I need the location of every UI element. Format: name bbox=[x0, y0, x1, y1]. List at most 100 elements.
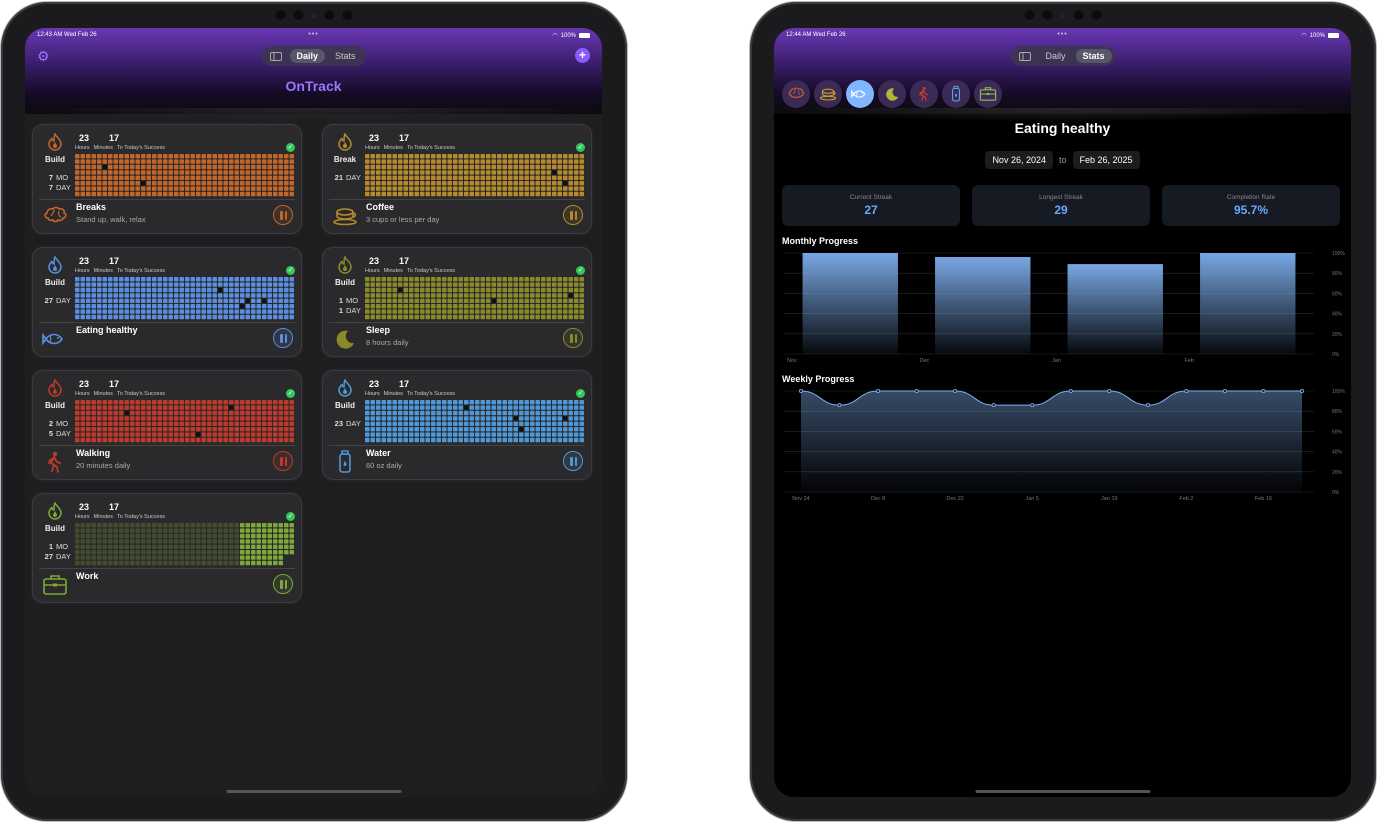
day-cell bbox=[469, 159, 474, 164]
day-cell bbox=[86, 186, 91, 191]
day-cell bbox=[201, 533, 206, 539]
day-cell bbox=[262, 432, 267, 437]
day-cell bbox=[152, 560, 157, 566]
date-from-picker[interactable]: Nov 26, 2024 bbox=[985, 151, 1053, 169]
pause-button[interactable] bbox=[273, 451, 293, 471]
home-indicator[interactable] bbox=[975, 790, 1150, 793]
habit-select-moon-icon[interactable] bbox=[878, 80, 906, 108]
day-cell bbox=[568, 287, 573, 293]
day-cell bbox=[179, 550, 184, 555]
pause-button[interactable] bbox=[563, 328, 583, 348]
pause-button[interactable] bbox=[273, 205, 293, 225]
day-cell bbox=[469, 421, 474, 426]
day-cell bbox=[174, 533, 179, 539]
day-cell bbox=[212, 416, 217, 421]
sidebar-toggle-icon[interactable] bbox=[264, 49, 286, 63]
multitask-dots-icon[interactable]: ••• bbox=[308, 31, 318, 38]
day-cell bbox=[508, 304, 513, 309]
habit-select-coffee-cup-icon[interactable] bbox=[814, 80, 842, 108]
day-cell bbox=[113, 427, 118, 432]
habit-select-brain-icon[interactable] bbox=[782, 80, 810, 108]
tab-stats[interactable]: Stats bbox=[1075, 49, 1112, 63]
day-cell bbox=[392, 437, 397, 443]
day-cell bbox=[563, 186, 568, 191]
pause-button[interactable] bbox=[273, 328, 293, 348]
day-cell bbox=[398, 416, 403, 421]
day-cell bbox=[130, 159, 135, 164]
day-cell bbox=[403, 293, 408, 298]
day-cell bbox=[552, 181, 557, 186]
day-cell bbox=[174, 427, 179, 432]
day-cell bbox=[475, 437, 480, 443]
day-cell bbox=[141, 186, 146, 191]
day-cell bbox=[497, 427, 502, 432]
day-cell bbox=[524, 282, 529, 287]
pause-button[interactable] bbox=[563, 451, 583, 471]
day-cell bbox=[113, 550, 118, 555]
day-cell bbox=[146, 544, 151, 549]
day-cell bbox=[163, 550, 168, 555]
pause-button[interactable] bbox=[273, 574, 293, 594]
day-cell bbox=[262, 523, 267, 528]
day-cell bbox=[234, 175, 239, 180]
day-cell bbox=[245, 170, 250, 175]
habit-card-walking[interactable]: Build 2 MO 5 DAY 23 17 Hours Minutes To Today'… bbox=[33, 371, 301, 479]
day-cell bbox=[212, 523, 217, 528]
day-cell bbox=[398, 314, 403, 320]
sidebar-toggle-icon[interactable] bbox=[1013, 49, 1035, 63]
day-cell bbox=[245, 528, 250, 533]
settings-gear-icon[interactable]: ⚙ bbox=[37, 48, 50, 65]
habit-card-sleep[interactable]: Build 1 MO 1 DAY 23 17 Hours Minutes To Today'… bbox=[323, 248, 591, 356]
multitask-dots-icon[interactable]: ••• bbox=[1057, 31, 1067, 38]
habit-card-breaks[interactable]: Build 7 MO 7 DAY 23 17 Hours Minutes To Today'… bbox=[33, 125, 301, 233]
day-cell bbox=[157, 410, 162, 416]
day-cell bbox=[365, 170, 370, 175]
divider bbox=[329, 199, 585, 200]
day-cell bbox=[535, 293, 540, 298]
day-cell bbox=[201, 181, 206, 186]
day-cell bbox=[442, 181, 447, 186]
weekly-point bbox=[837, 403, 842, 408]
habit-select-briefcase-icon[interactable] bbox=[974, 80, 1002, 108]
day-cell bbox=[135, 544, 140, 549]
day-cell bbox=[207, 304, 212, 309]
day-cell bbox=[207, 523, 212, 528]
day-cell bbox=[376, 282, 381, 287]
date-to-picker[interactable]: Feb 26, 2025 bbox=[1072, 151, 1140, 169]
day-cell bbox=[475, 164, 480, 170]
flame-icon bbox=[47, 501, 63, 520]
day-cell bbox=[141, 528, 146, 533]
day-cell bbox=[86, 159, 91, 164]
pause-button[interactable] bbox=[563, 205, 583, 225]
day-cell bbox=[409, 427, 414, 432]
tab-daily[interactable]: Daily bbox=[289, 49, 325, 63]
day-cell bbox=[387, 154, 392, 159]
day-cell bbox=[80, 181, 85, 186]
countdown-minutes: 17 bbox=[399, 133, 410, 143]
habit-select-walking-person-icon[interactable] bbox=[910, 80, 938, 108]
day-cell bbox=[563, 298, 568, 303]
day-cell bbox=[392, 421, 397, 426]
habit-select-fish-icon[interactable] bbox=[846, 80, 874, 108]
day-cell bbox=[409, 421, 414, 426]
day-cell bbox=[262, 427, 267, 432]
habit-card-eating-healthy[interactable]: Build 27 DAY 23 17 Hours Minutes To Today's … bbox=[33, 248, 301, 356]
divider bbox=[329, 322, 585, 323]
day-cell bbox=[284, 175, 289, 180]
day-cell bbox=[212, 277, 217, 282]
streak-stats: 27 DAY bbox=[39, 296, 71, 306]
day-cell bbox=[381, 293, 386, 298]
tab-stats[interactable]: Stats bbox=[328, 49, 363, 63]
day-cell bbox=[163, 154, 168, 159]
day-cell bbox=[201, 555, 206, 560]
add-habit-button[interactable]: + bbox=[575, 48, 590, 63]
hours-label: Hours bbox=[75, 391, 90, 397]
home-indicator[interactable] bbox=[226, 790, 401, 793]
tab-daily[interactable]: Daily bbox=[1038, 49, 1072, 63]
habit-card-work[interactable]: Build 1 MO 27 DAY 23 17 Hours Minutes To Today… bbox=[33, 494, 301, 602]
habit-select-water-bottle-icon[interactable] bbox=[942, 80, 970, 108]
day-cell bbox=[381, 304, 386, 309]
day-cell bbox=[174, 293, 179, 298]
habit-card-water[interactable]: Build 23 DAY 23 17 Hours Minutes To Today's … bbox=[323, 371, 591, 479]
habit-card-coffee[interactable]: Break 21 DAY 23 17 Hours Minutes To Today's … bbox=[323, 125, 591, 233]
